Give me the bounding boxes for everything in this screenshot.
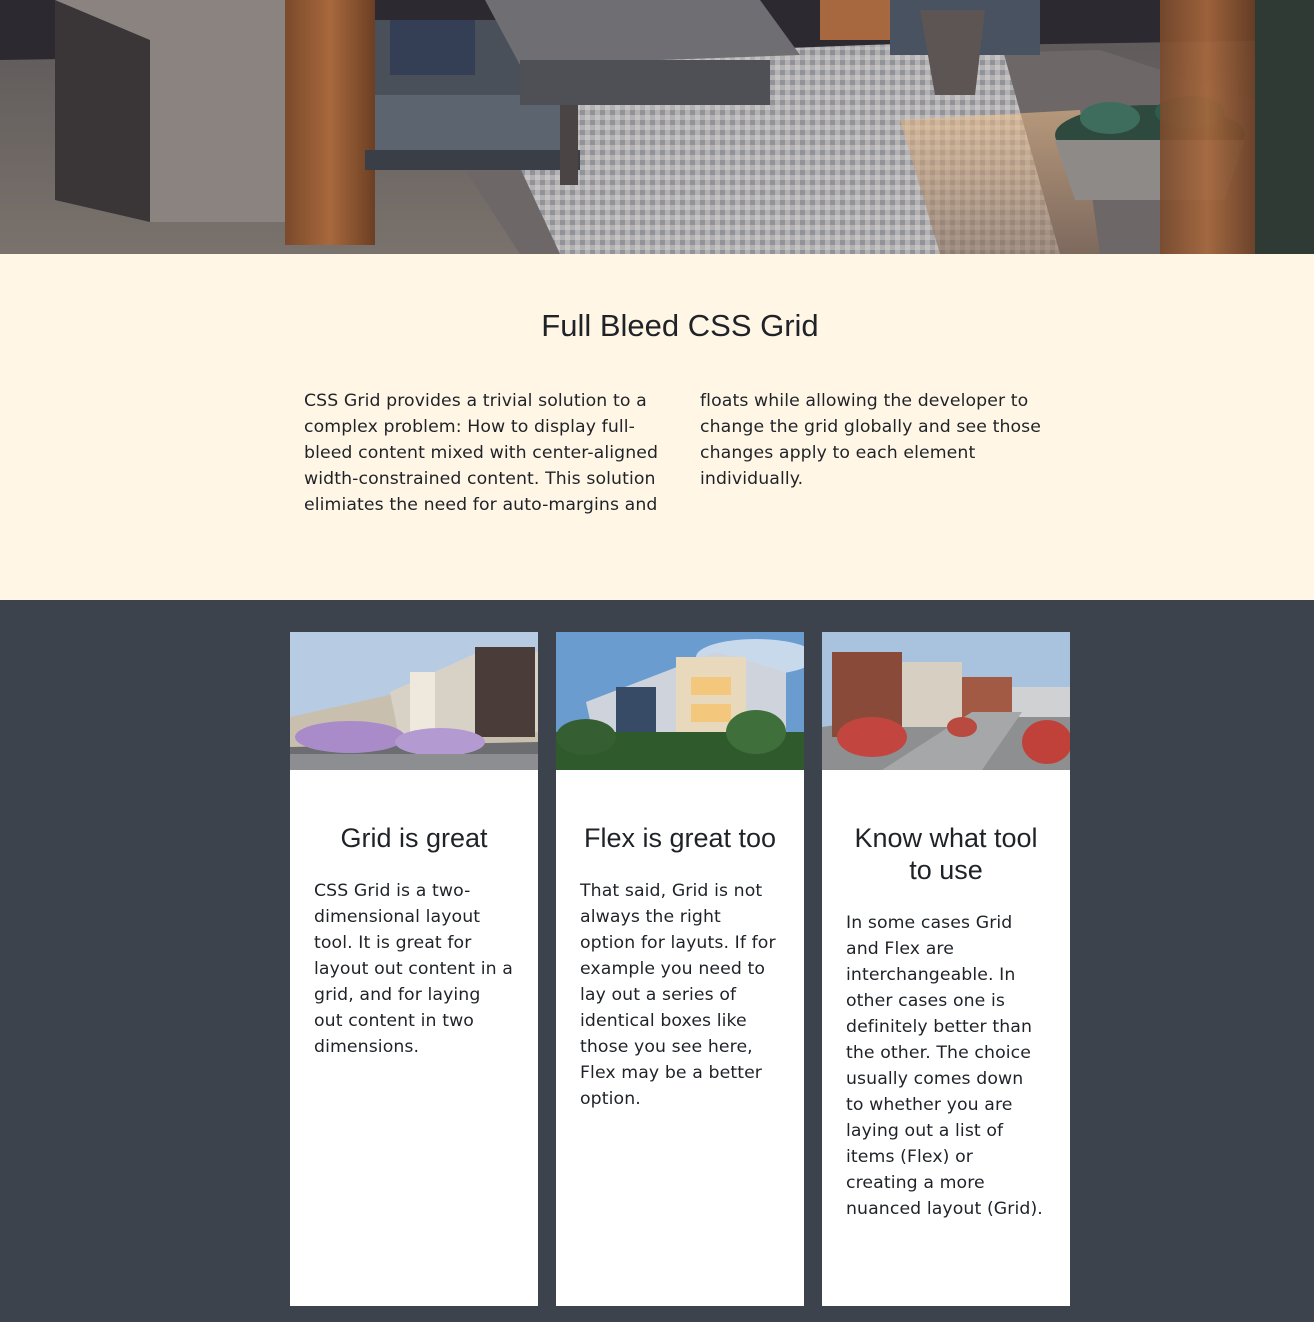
hero-image [0,0,1314,254]
intro-paragraph: CSS Grid provides a trivial solution to … [304,391,1042,515]
card-text: CSS Grid is a two-dimensional layout too… [314,881,514,1057]
card-grid-is-great: Grid is great CSS Grid is a two-dimensio… [290,632,538,1306]
intro-section: Full Bleed CSS Grid CSS Grid provides a … [0,254,1314,600]
card-text: That said, Grid is not always the right … [580,881,776,1109]
outdoor-lounge-illustration [0,0,1314,254]
modern-apartment-photo [556,632,804,770]
card-know-what-tool-to-use: Know what tool to use In some cases Grid… [822,632,1070,1306]
card-flex-is-great-too: Flex is great too That said, Grid is not… [556,632,804,1306]
card-text: In some cases Grid and Flex are intercha… [846,913,1043,1219]
page-title: Full Bleed CSS Grid [541,308,819,343]
townhouse-street-photo [290,632,538,770]
cards-section: Grid is great CSS Grid is a two-dimensio… [0,600,1314,1322]
card-title: Flex is great too [583,823,777,853]
card-title: Grid is great [340,823,488,853]
card-title: Know what tool to use [854,823,1038,885]
city-block-photo [822,632,1070,770]
